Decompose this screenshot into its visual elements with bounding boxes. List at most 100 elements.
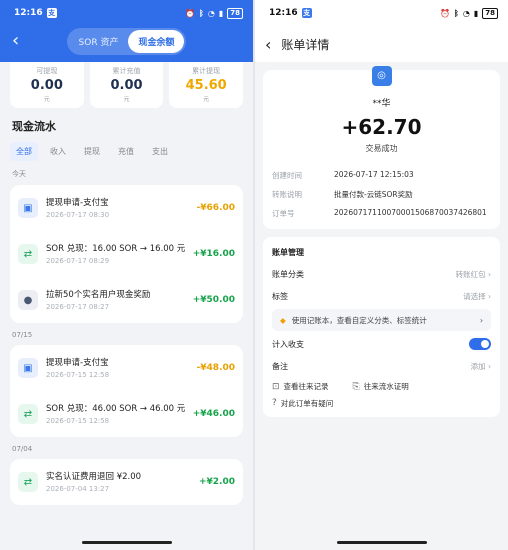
status-bar: 12:16 支 ⏰ ᛒ ◔ ▮ 78	[255, 0, 508, 26]
stat-total-withdrawn: 累计提现 45.60 元	[169, 62, 244, 108]
history-link[interactable]: ⊡ 查看往来记录	[272, 381, 329, 392]
transaction-card: ▣ 提现申请-支付宝 2026-07-17 08:30 -¥66.00 ⇄ SOR 兑现：…	[10, 185, 243, 323]
stat-value: 0.00	[110, 78, 143, 93]
tab-switcher: SOR 资产 现金余额	[66, 27, 187, 55]
section-title: 现金流水	[12, 120, 56, 133]
history-icon: ⊡	[272, 381, 280, 392]
stat-value: 0.00	[30, 78, 63, 93]
battery-indicator: 78	[227, 7, 243, 19]
manage-title: 账单管理	[263, 241, 500, 263]
alarm-icon: ⏰	[185, 8, 196, 18]
alarm-icon: ⏰	[440, 8, 451, 18]
question-link[interactable]: ? 对此订单有疑问	[263, 396, 500, 417]
transaction-row[interactable]: ▣ 提现申请-支付宝 2026-07-15 12:58 -¥48.00	[10, 345, 243, 391]
category-label: 账单分类	[272, 269, 304, 279]
stat-value: 45.60	[185, 78, 227, 93]
income-label: 计入收支	[272, 339, 304, 349]
bluetooth-icon: ᛒ	[199, 8, 204, 18]
tab-sor-assets[interactable]: SOR 资产	[69, 30, 129, 53]
ledger-icon: ◆	[280, 315, 286, 325]
tag-row[interactable]: 标签 请选择 ›	[263, 285, 500, 307]
tab-cash-balance[interactable]: 现金余额	[128, 29, 185, 53]
stats-row: 可提现 0.00 元 累计充值 0.00 元 累计提现 45.60 元	[0, 62, 253, 108]
exchange-icon: ⇄	[18, 472, 38, 492]
wallet-icon: ▣	[18, 358, 38, 378]
home-indicator	[336, 541, 427, 544]
back-icon[interactable]: ‹	[12, 32, 19, 50]
trade-status: 交易成功	[365, 144, 398, 153]
transaction-amount: +¥50.00	[192, 295, 235, 305]
left-screen: 12:16 支 ⏰ ᛒ ◔ ▮ 78 ‹ SOR 资产 现金余额 可提现 0.00 元 累计充…	[0, 0, 253, 550]
filter-recharge[interactable]: 充值	[112, 142, 140, 161]
filter-tabs: 全部 收入 提现 充值 支出	[0, 142, 253, 161]
transaction-title: SOR 兑现：16.00 SOR → 16.00 元	[46, 243, 186, 254]
transaction-date: 2026-07-17 08:29	[46, 256, 110, 265]
payer-name: **华	[372, 99, 391, 109]
detail-key: 订单号	[272, 209, 295, 218]
right-screen: 12:16 支 ⏰ ᛒ ◔ ▮ 78 ‹ 账单详情 ◎ **华 +62.70 交易成功 创建…	[255, 0, 508, 550]
transaction-amount: -¥48.00	[196, 363, 235, 373]
transaction-date: 2026-07-17 08:27	[46, 302, 110, 311]
filter-withdraw[interactable]: 提现	[78, 142, 106, 161]
wifi-icon: ◔	[207, 8, 215, 18]
stat-label: 累计充值	[112, 67, 141, 75]
history-text: 查看往来记录	[283, 382, 329, 391]
transaction-row[interactable]: ▣ 提现申请-支付宝 2026-07-17 08:30 -¥66.00	[10, 185, 243, 231]
chevron-right-icon: ›	[480, 315, 483, 325]
bill-header: ◎ **华 +62.70 交易成功	[263, 66, 500, 162]
transaction-row[interactable]: ● 拉新50个实名用户现金奖励 2026-07-17 08:27 +¥50.00	[10, 277, 243, 323]
bill-summary-card: ◎ **华 +62.70 交易成功 创建时间 2026-07-17 12:15:0…	[263, 66, 500, 229]
detail-value: 20260717110070001506870037426801	[334, 208, 487, 217]
status-time: 12:16	[269, 8, 298, 18]
transaction-amount: +¥16.00	[192, 249, 235, 259]
transaction-title: 实名认证费用退回 ¥2.00	[46, 471, 142, 482]
note-row[interactable]: 备注 添加 ›	[263, 355, 500, 377]
detail-note: 转账说明 批量付款-云链SOR奖励	[263, 189, 500, 200]
home-indicator	[81, 541, 172, 544]
filter-expense[interactable]: 支出	[146, 142, 174, 161]
signal-icon: ▮	[218, 8, 224, 18]
nav-bar: ‹ 账单详情	[255, 26, 508, 62]
chevron-right-icon: ›	[488, 361, 491, 371]
transaction-date: 2026-07-17 08:30	[46, 210, 110, 219]
question-text: 对此订单有疑问	[280, 399, 334, 408]
exchange-icon: ⇄	[18, 404, 38, 424]
date-group-label: 07/04	[12, 445, 33, 453]
income-row: 计入收支	[263, 333, 500, 355]
nav-bar: ‹ SOR 资产 现金余额	[0, 26, 253, 56]
page-title: 账单详情	[281, 37, 330, 52]
transaction-date: 2026-07-15 12:58	[46, 370, 110, 379]
detail-value: 2026-07-17 12:15:03	[334, 170, 414, 179]
category-row[interactable]: 账单分类 转账红包 ›	[263, 263, 500, 285]
income-toggle[interactable]	[469, 338, 491, 350]
stat-unit: 元	[203, 96, 210, 103]
transaction-row[interactable]: ⇄ 实名认证费用退回 ¥2.00 2026-07-04 13:27 +¥2.00	[10, 459, 243, 505]
detail-created: 创建时间 2026-07-17 12:15:03	[263, 170, 500, 181]
battery-indicator: 78	[482, 7, 498, 19]
ledger-banner[interactable]: ◆ 使用记账本，查看自定义分类、标签统计 ›	[272, 309, 491, 331]
detail-key: 转账说明	[272, 190, 302, 199]
filter-income[interactable]: 收入	[44, 142, 72, 161]
header: 12:16 支 ⏰ ᛒ ◔ ▮ 78 ‹ SOR 资产 现金余额	[0, 0, 253, 62]
filter-all[interactable]: 全部	[10, 142, 38, 161]
wifi-icon: ◔	[462, 8, 470, 18]
back-icon[interactable]: ‹	[265, 35, 271, 54]
transaction-title: 提现申请-支付宝	[46, 357, 109, 368]
transaction-row[interactable]: ⇄ SOR 兑现：46.00 SOR → 46.00 元 2026-07-15 12…	[10, 391, 243, 437]
document-icon: ⎘	[352, 381, 360, 392]
user-icon: ●	[18, 290, 38, 310]
transaction-amount: -¥66.00	[196, 203, 235, 213]
transaction-groups: 今天 ▣ 提现申请-支付宝 2026-07-17 08:30 -¥66.00 ⇄ SOR 兑…	[0, 169, 253, 505]
stat-withdrawable: 可提现 0.00 元	[10, 62, 84, 108]
transaction-title: SOR 兑现：46.00 SOR → 46.00 元	[46, 403, 186, 414]
app-notification-icon: 支	[46, 8, 57, 18]
proof-link[interactable]: ⎘ 往来流水证明	[353, 381, 409, 392]
transaction-row[interactable]: ⇄ SOR 兑现：16.00 SOR → 16.00 元 2026-07-17 08…	[10, 231, 243, 277]
note-value: 添加	[470, 361, 486, 371]
stat-unit: 元	[43, 96, 50, 103]
banner-text: 使用记账本，查看自定义分类、标签统计	[291, 315, 427, 325]
stat-label: 累计提现	[192, 67, 221, 75]
stat-unit: 元	[123, 96, 130, 103]
transaction-date: 2026-07-04 13:27	[46, 484, 110, 493]
status-bar: 12:16 支 ⏰ ᛒ ◔ ▮ 78	[0, 0, 253, 26]
